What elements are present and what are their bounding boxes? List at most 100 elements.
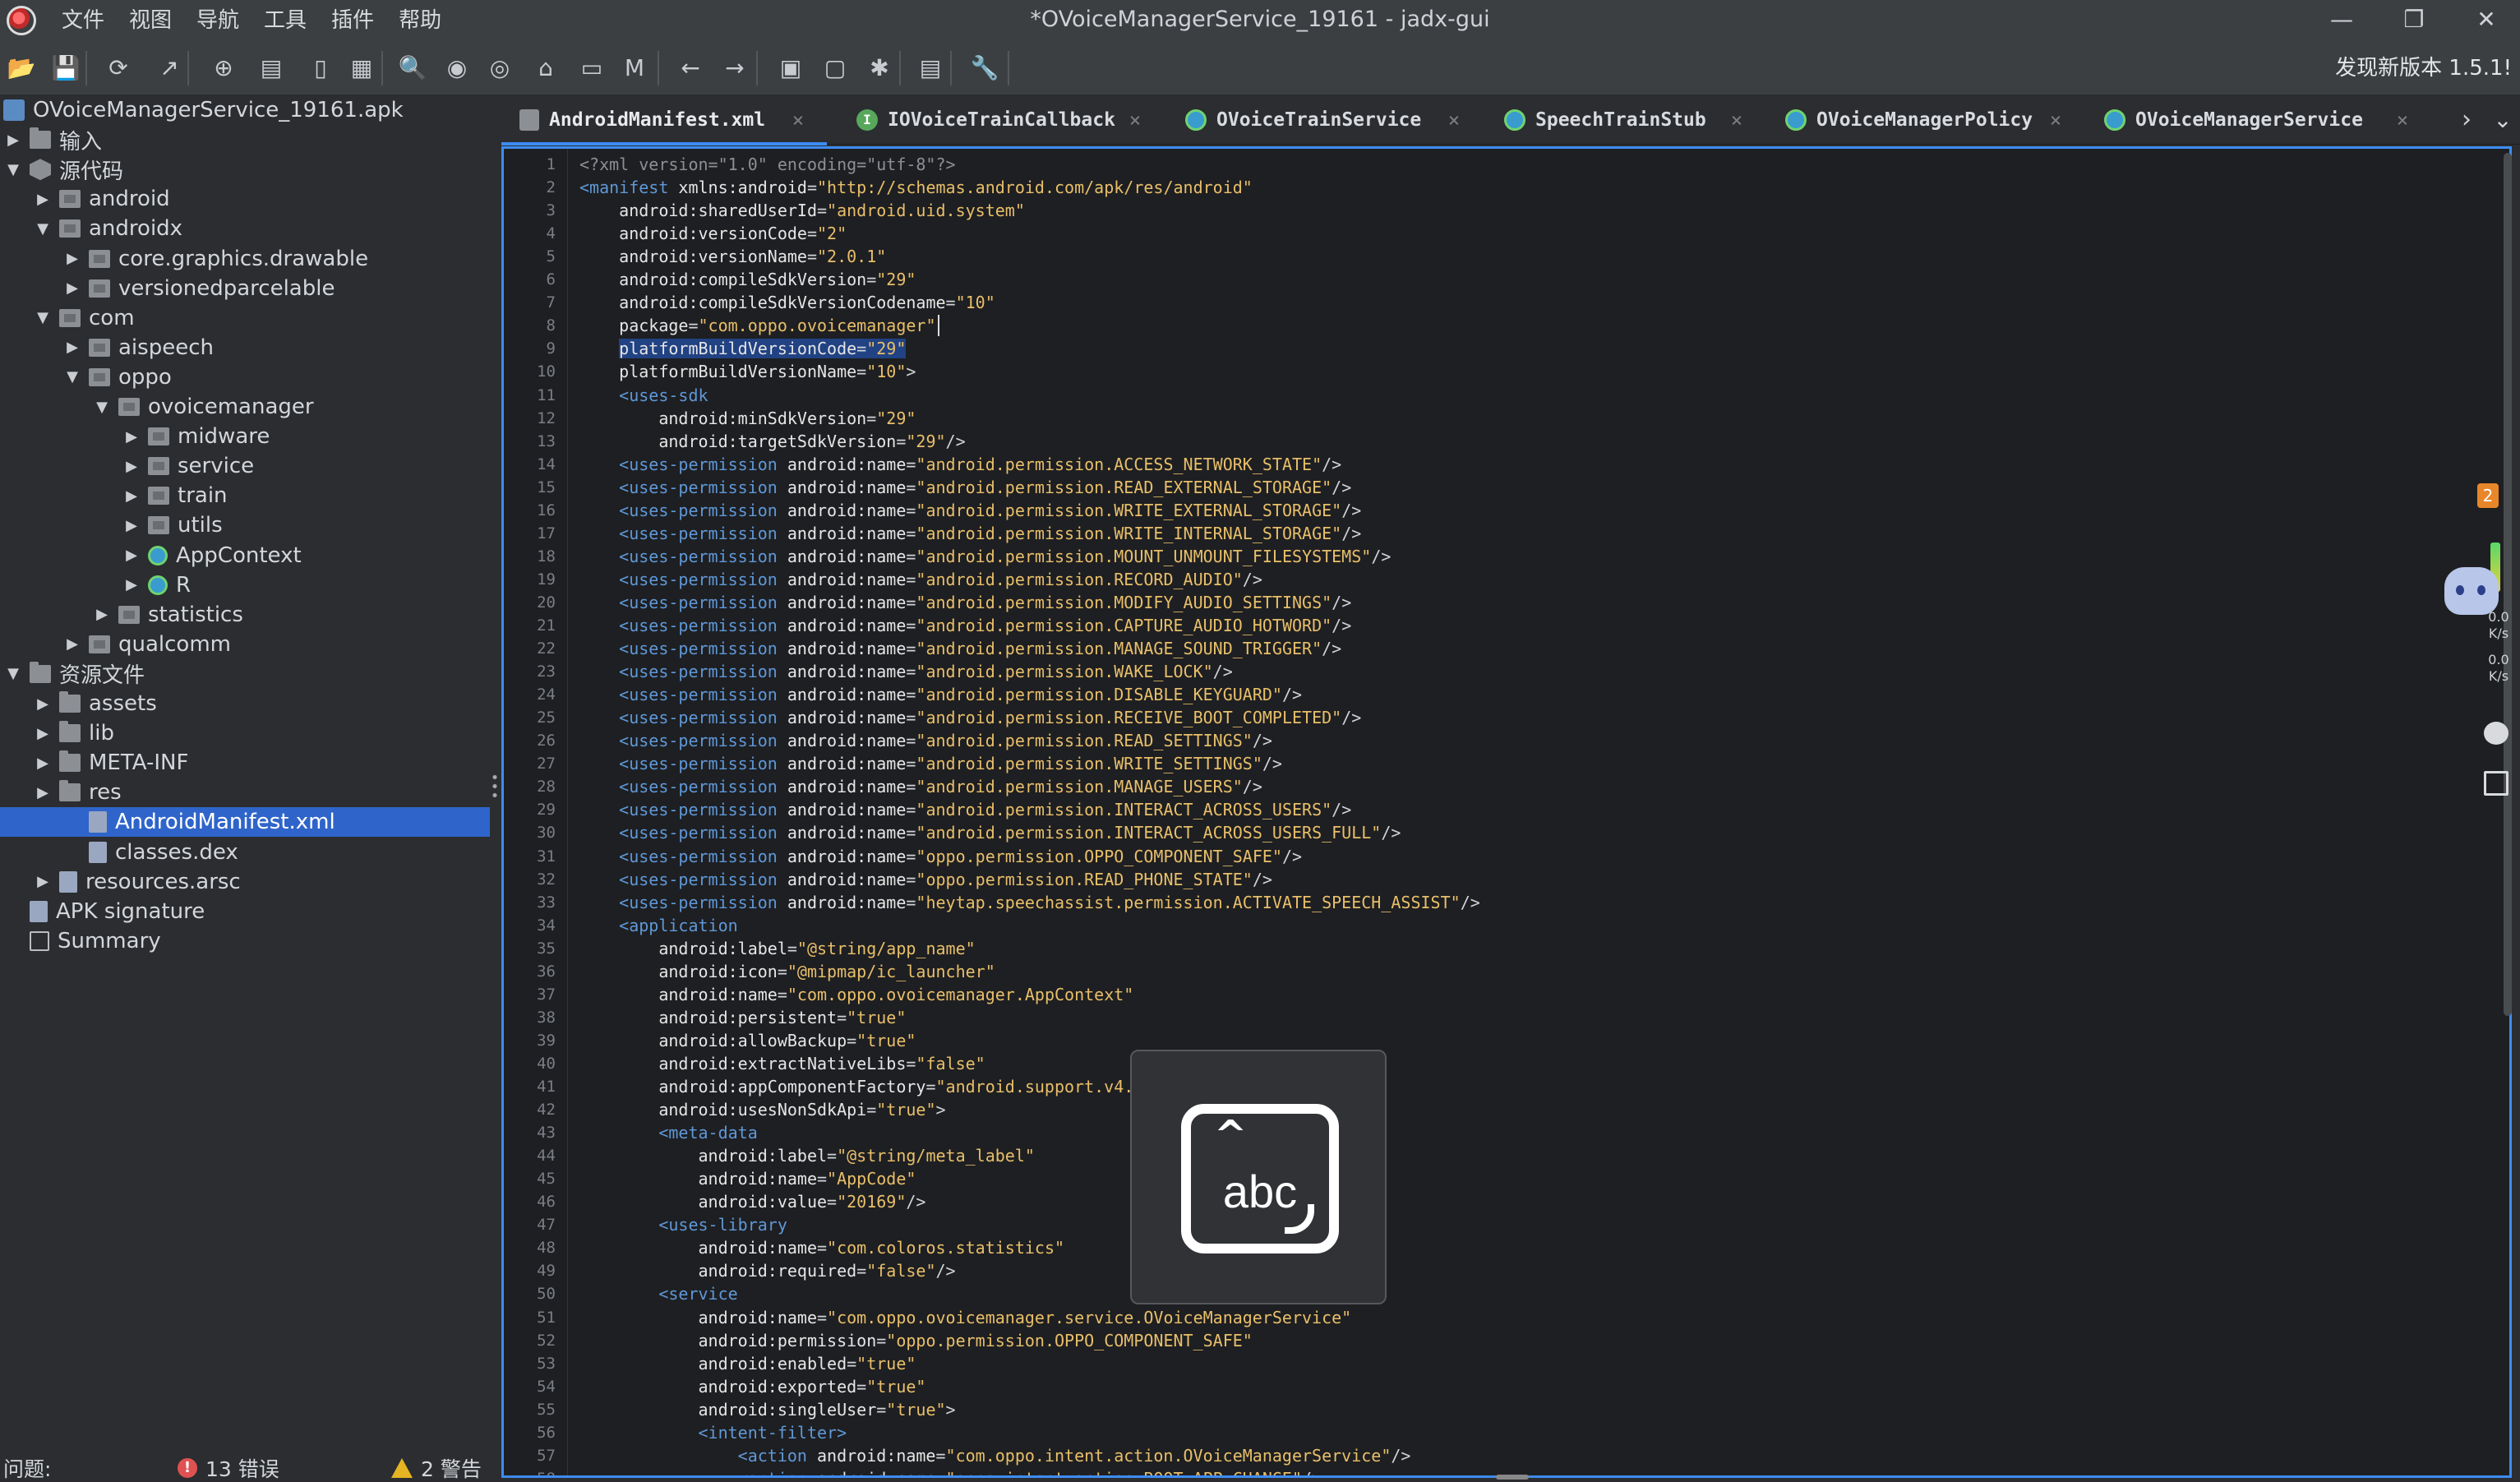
new-project-icon[interactable]: ▤ — [255, 51, 288, 84]
code-line[interactable]: android:value="20169"/> — [579, 1190, 926, 1213]
code-line[interactable]: <application — [579, 914, 738, 937]
tree-item[interactable]: ▶ utils — [0, 510, 490, 540]
expand-arrow-icon[interactable]: ▶ — [122, 546, 141, 566]
code-line[interactable]: <uses-permission android:name="heytap.sp… — [579, 891, 1480, 914]
code-line[interactable]: <uses-permission android:name="android.p… — [579, 568, 1262, 591]
code-line[interactable]: android:allowBackup="true" — [579, 1029, 916, 1052]
tree-item[interactable]: ▼ androidx — [0, 214, 490, 243]
code-line[interactable]: <uses-permission android:name="android.p… — [579, 775, 1262, 798]
code-line[interactable]: <uses-permission android:name="android.p… — [579, 683, 1302, 706]
collapse-arrow-icon[interactable]: ▼ — [62, 367, 82, 387]
tabs-scroll-right-button[interactable]: › — [2454, 105, 2479, 135]
code-line[interactable]: android:versionName="2.0.1" — [579, 245, 886, 268]
code-line[interactable]: android:name="com.coloros.statistics" — [579, 1236, 1065, 1259]
code-line[interactable]: <uses-permission android:name="android.p… — [579, 798, 1351, 821]
code-line[interactable]: android:label="@string/app_name" — [579, 937, 975, 960]
forward-icon[interactable]: → — [718, 51, 751, 84]
tree-item[interactable]: ▶ service — [0, 451, 490, 481]
code-line[interactable]: <uses-sdk — [579, 384, 708, 407]
add-file-icon[interactable]: ⊕ — [207, 51, 240, 84]
expand-arrow-icon[interactable]: ▶ — [92, 605, 112, 625]
tabs-dropdown-button[interactable]: ⌄ — [2490, 105, 2515, 135]
code-line[interactable]: <uses-permission android:name="android.p… — [579, 614, 1351, 637]
open-file-icon[interactable]: 📂 — [5, 51, 38, 84]
code-line[interactable]: android:usesNonSdkApi="true"> — [579, 1098, 945, 1121]
code-line[interactable]: android:exported="true" — [579, 1375, 926, 1398]
log-icon[interactable]: ▤ — [914, 51, 947, 84]
tree-item[interactable]: ▼ 源代码 — [0, 155, 490, 184]
expand-arrow-icon[interactable]: ▶ — [33, 723, 53, 743]
code-line[interactable]: <uses-permission android:name="oppo.perm… — [579, 845, 1302, 868]
code-line[interactable]: android:name="com.oppo.ovoicemanager.ser… — [579, 1306, 1352, 1329]
tab-close-icon[interactable]: × — [1123, 108, 1147, 132]
tree-item[interactable]: ▶ res — [0, 778, 490, 807]
code-area[interactable]: <?xml version="1.0" encoding="utf-8"?> <m… — [579, 149, 2503, 1475]
tab-ovoicetrainservice[interactable]: OVoiceTrainService × — [1167, 95, 1483, 145]
code-line[interactable]: <action android:name="com.oppo.intent.ac… — [579, 1444, 1411, 1467]
code-line[interactable]: <uses-permission android:name="android.p… — [579, 453, 1341, 476]
save-all-icon[interactable]: 💾 — [49, 51, 82, 84]
tree-item[interactable]: ▶ 输入 — [0, 125, 490, 155]
code-line[interactable]: <meta-data — [579, 1121, 757, 1144]
update-notice[interactable]: 发现新版本 1.5.1! — [2335, 41, 2512, 95]
tree-item[interactable]: classes.dex — [0, 838, 490, 867]
tree-item[interactable]: ▶ AppContext — [0, 541, 490, 570]
assistant-robot-icon[interactable] — [2444, 567, 2499, 615]
tree-item[interactable]: ▶ lib — [0, 718, 490, 748]
tree-item[interactable]: ▶ train — [0, 481, 490, 510]
tab-close-icon[interactable]: × — [2043, 108, 2068, 132]
tree-item[interactable]: Summary — [0, 926, 490, 956]
expand-arrow-icon[interactable]: ▶ — [62, 249, 82, 269]
notification-badge[interactable]: 2 — [2477, 483, 2499, 508]
warnings-indicator[interactable]: 2 警告 — [391, 1453, 482, 1482]
code-line[interactable]: <uses-permission android:name="android.p… — [579, 522, 1361, 545]
expand-arrow-icon[interactable]: ▶ — [62, 635, 82, 654]
tree-item[interactable]: ▼ 资源文件 — [0, 659, 490, 689]
errors-indicator[interactable]: ! 13 错误 — [178, 1453, 279, 1482]
code-line[interactable]: android:name="com.oppo.ovoicemanager.App… — [579, 983, 1133, 1006]
code-line[interactable]: <uses-permission android:name="android.p… — [579, 706, 1361, 729]
expand-arrow-icon[interactable]: ▶ — [33, 872, 53, 892]
settings-icon[interactable]: 🔧 — [968, 51, 1001, 84]
expand-arrow-icon[interactable]: ▶ — [122, 486, 141, 506]
tree-item[interactable]: ▼ com — [0, 303, 490, 333]
code-line[interactable]: android:singleUser="true"> — [579, 1398, 956, 1421]
code-line[interactable]: <uses-permission android:name="android.p… — [579, 821, 1401, 844]
decompile-icon[interactable]: M — [618, 51, 651, 84]
code-line[interactable]: android:persistent="true" — [579, 1006, 906, 1029]
panel-splitter[interactable] — [490, 95, 501, 1438]
tab-androidmanifest-xml[interactable]: AndroidManifest.xml × — [501, 95, 827, 145]
tab-ovoicemanagerservice[interactable]: OVoiceManagerService × — [2086, 95, 2431, 145]
code-line[interactable]: android:enabled="true" — [579, 1352, 916, 1375]
menu-navigate[interactable]: 导航 — [184, 0, 252, 41]
code-line[interactable]: <uses-permission android:name="android.p… — [579, 476, 1351, 499]
tree-item[interactable]: ▶ assets — [0, 689, 490, 718]
collapse-arrow-icon[interactable]: ▼ — [92, 397, 112, 417]
chat-bubble-icon[interactable] — [2484, 722, 2508, 745]
expand-arrow-icon[interactable]: ▶ — [62, 338, 82, 358]
tree-item[interactable]: OVoiceManagerService_19161.apk — [0, 95, 490, 125]
code-line[interactable]: package="com.oppo.ovoicemanager" — [579, 314, 935, 337]
code-line[interactable]: <uses-permission android:name="android.p… — [579, 729, 1272, 752]
code-line[interactable]: <uses-permission android:name="android.p… — [579, 545, 1391, 568]
tree-item[interactable]: ▼ ovoicemanager — [0, 392, 490, 422]
tab-close-icon[interactable]: × — [786, 108, 810, 132]
tree-item[interactable]: ▼ oppo — [0, 362, 490, 392]
export-icon[interactable]: ↗ — [153, 51, 186, 84]
tree-item[interactable]: ▶ midware — [0, 422, 490, 451]
tab-close-icon[interactable]: × — [1724, 108, 1749, 132]
tree-item[interactable]: ▶ resources.arsc — [0, 867, 490, 897]
menu-plugins[interactable]: 插件 — [319, 0, 386, 41]
expand-arrow-icon[interactable]: ▶ — [33, 694, 53, 713]
code-line[interactable]: <?xml version="1.0" encoding="utf-8"?> — [579, 153, 956, 176]
code-line[interactable]: android:required="false"/> — [579, 1259, 956, 1282]
tab-iovoicetraincallback[interactable]: I IOVoiceTrainCallback × — [838, 95, 1164, 145]
code-line[interactable]: android:icon="@mipmap/ic_launcher" — [579, 960, 995, 983]
tree-item[interactable]: ▶ android — [0, 184, 490, 214]
code-line[interactable]: android:versionCode="2" — [579, 222, 847, 245]
menu-file[interactable]: 文件 — [49, 0, 117, 41]
sync-icon[interactable]: ⟳ — [102, 51, 135, 84]
menu-tools[interactable]: 工具 — [252, 0, 319, 41]
back-icon[interactable]: ← — [674, 51, 707, 84]
expand-arrow-icon[interactable]: ▶ — [122, 515, 141, 535]
